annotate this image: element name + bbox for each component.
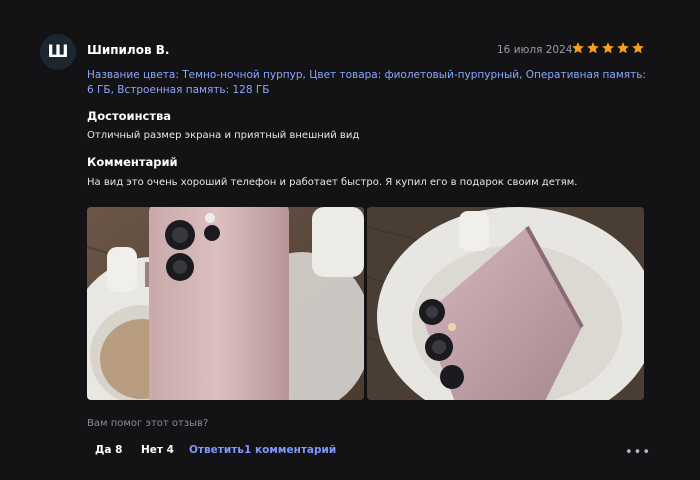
star-icon — [617, 42, 629, 54]
phone-photo-image — [87, 207, 364, 400]
comments-link[interactable]: 1 комментарий — [244, 444, 336, 456]
helpful-no-button[interactable]: Нет 4 — [141, 444, 174, 456]
review-photo-2[interactable] — [367, 207, 644, 400]
avatar[interactable]: Ш — [40, 34, 76, 70]
star-icon — [572, 42, 584, 54]
comment-text: На вид это очень хороший телефон и работ… — [87, 177, 578, 188]
pros-text: Отличный размер экрана и приятный внешни… — [87, 130, 360, 141]
more-dots-icon[interactable]: ••• — [625, 445, 651, 460]
star-icon — [587, 42, 599, 54]
review-author[interactable]: Шипилов В. — [87, 43, 169, 57]
rating-stars — [571, 41, 645, 55]
helpful-yes-button[interactable]: Да 8 — [95, 444, 122, 456]
review-date: 16 июля 2024 — [497, 44, 573, 56]
star-icon — [602, 42, 614, 54]
reply-button[interactable]: Ответить — [189, 444, 244, 456]
review-photo-1[interactable] — [87, 207, 364, 400]
star-icon — [632, 42, 644, 54]
phone-photo-image — [367, 207, 644, 400]
helpful-question: Вам помог этот отзыв? — [87, 418, 209, 429]
pros-heading: Достоинства — [87, 109, 172, 123]
product-specs: Название цвета: Темно-ночной пурпур, Цве… — [87, 69, 646, 96]
comment-heading: Комментарий — [87, 155, 178, 169]
